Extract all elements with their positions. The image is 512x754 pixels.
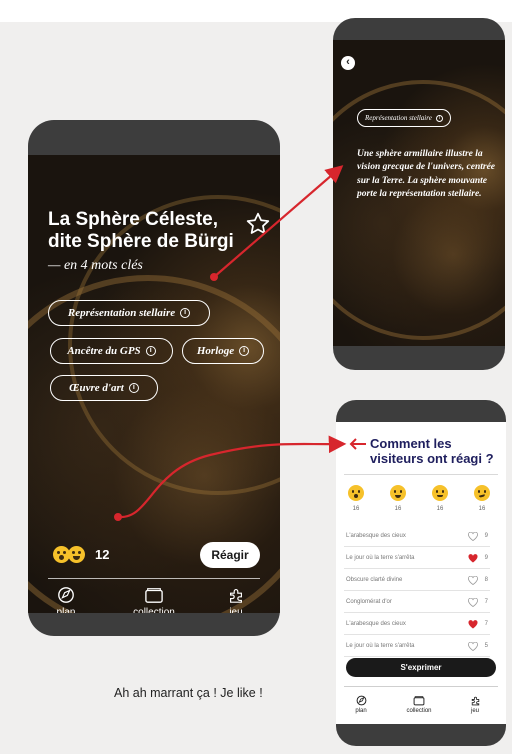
arrow-to-reactions	[117, 435, 347, 519]
arrow-to-description	[213, 165, 344, 278]
caption-text: Ah ah marrant ça ! Je like !	[114, 686, 263, 700]
connector-arrows	[114, 165, 347, 521]
